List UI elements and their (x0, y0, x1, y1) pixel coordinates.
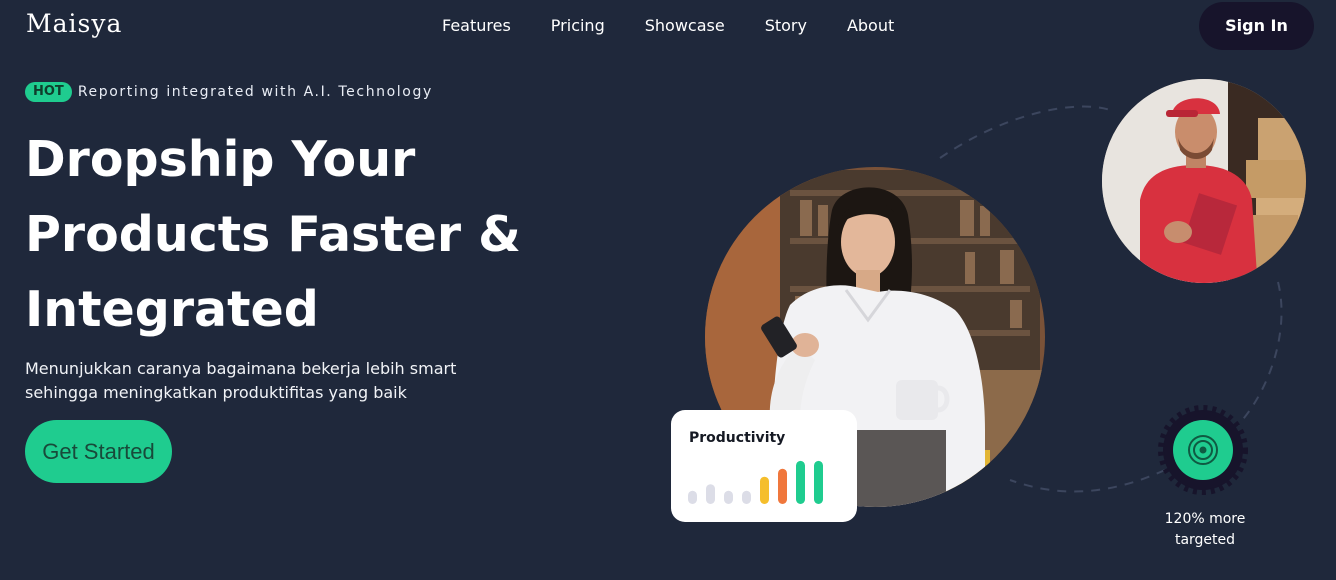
hero-illustration (705, 79, 1306, 507)
targeted-stat: 120% more targeted (1150, 509, 1260, 551)
target-icon (1158, 405, 1248, 495)
productivity-title: Productivity (689, 430, 786, 446)
stat-line-2: targeted (1174, 532, 1236, 548)
productivity-bar (814, 460, 823, 504)
productivity-card: Productivity (671, 410, 857, 522)
delivery-man-photo (1102, 79, 1306, 283)
productivity-bar (742, 490, 751, 504)
productivity-bar (760, 476, 769, 504)
productivity-bar (796, 460, 805, 504)
productivity-bar (778, 468, 787, 504)
productivity-bar (688, 490, 697, 504)
stat-line-1: 120% more (1164, 511, 1246, 527)
productivity-bar (724, 490, 733, 504)
productivity-bar-chart (688, 460, 823, 504)
productivity-bar (706, 484, 715, 504)
